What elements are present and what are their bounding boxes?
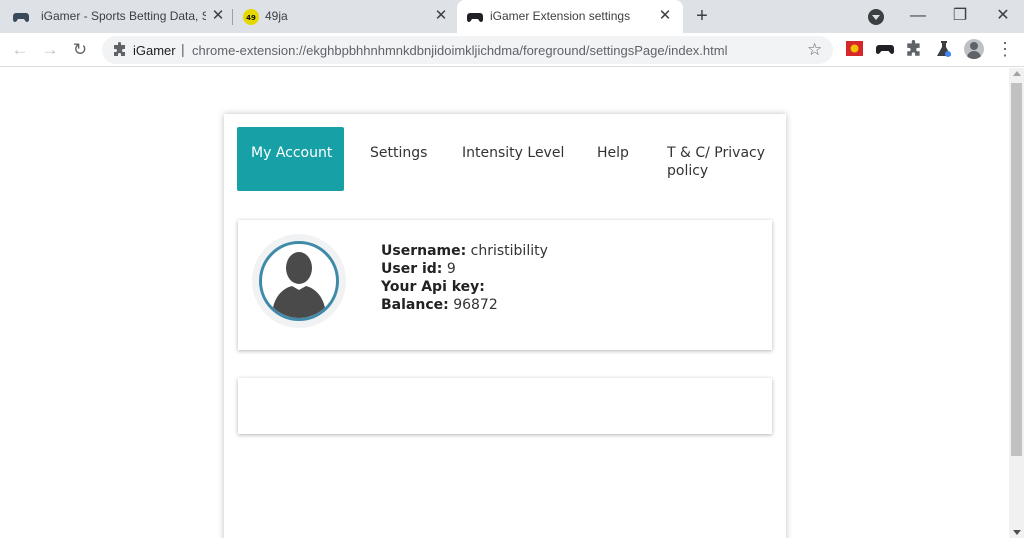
scroll-down-arrow-icon[interactable] [1013,530,1021,535]
url-text[interactable]: chrome-extension://ekghbpbhhnhmnkdbnjido… [192,43,727,58]
secondary-panel [238,378,772,434]
user-silhouette-icon [272,252,326,318]
new-tab-icon[interactable]: + [693,6,711,26]
scrollbar-thumb[interactable] [1011,83,1022,456]
gamepad-icon [467,13,483,22]
49ja-logo-icon: 49 [243,9,259,25]
account-fields: Username: christibility User id: 9 Your … [381,242,548,314]
browser-tab-igamer-settings[interactable]: iGamer Extension settings ✕ [457,0,683,33]
username-label: Username: [381,243,467,259]
url-separator: | [181,41,185,57]
gamepad-extension-icon[interactable] [876,40,894,58]
puzzle-icon [114,42,125,56]
browser-toolbar: ← → ↻ iGamer | chrome-extension://ekghbp… [0,33,1024,67]
reload-icon[interactable]: ↻ [69,39,91,61]
tab-title: 49ja [265,9,288,23]
balance-label: Balance: [381,297,449,313]
tab-strip: iGamer - Sports Betting Data, Sta ✕ 49 4… [0,0,1024,33]
close-window-icon[interactable]: ✕ [993,6,1013,26]
tab-search-icon[interactable] [868,9,884,25]
profile-avatar-icon[interactable] [964,39,984,59]
user-id-value: 9 [446,261,456,277]
puzzle-extensions-icon[interactable] [905,40,923,58]
gamepad-icon [13,13,29,22]
account-info-panel: Username: christibility User id: 9 Your … [238,220,772,350]
page-viewport: My Account Settings Intensity Level Help… [0,68,1009,538]
username-value: christibility [470,243,548,259]
red-flag-extension-icon[interactable] [846,40,864,58]
page-scrollbar[interactable] [1009,68,1024,538]
address-bar[interactable]: iGamer | chrome-extension://ekghbpbhhnhm… [102,36,833,64]
settings-card: My Account Settings Intensity Level Help… [224,114,786,538]
api-key-row: Your Api key: [381,278,548,296]
balance-row: Balance: 96872 [381,296,548,314]
user-id-row: User id: 9 [381,260,548,278]
minimize-icon[interactable]: — [908,6,928,26]
forward-arrow-icon[interactable]: → [39,39,61,61]
tab-intensity-level[interactable]: Intensity Level [462,127,564,191]
close-tab-icon[interactable]: ✕ [210,8,226,24]
tab-my-account[interactable]: My Account [237,127,344,191]
bookmark-star-icon[interactable]: ☆ [807,41,822,59]
tab-settings[interactable]: Settings [370,127,427,191]
balance-value: 96872 [453,297,498,313]
svg-text:49: 49 [246,14,256,22]
back-arrow-icon[interactable]: ← [9,39,31,61]
user-id-label: User id: [381,261,443,277]
avatar [259,241,339,321]
browser-tab-igamer-data[interactable]: iGamer - Sports Betting Data, Sta ✕ [0,0,232,33]
tab-terms-privacy[interactable]: T & C/ Privacy policy [667,127,777,191]
close-tab-icon[interactable]: ✕ [657,8,673,24]
tab-title: iGamer - Sports Betting Data, Sta [41,9,206,23]
restore-icon[interactable]: ❐ [950,6,970,26]
tab-title: iGamer Extension settings [490,9,631,23]
tab-help[interactable]: Help [597,127,629,191]
api-key-label: Your Api key: [381,279,485,295]
scroll-up-arrow-icon[interactable] [1013,71,1021,76]
site-name: iGamer [133,43,176,58]
browser-tab-49ja[interactable]: 49 49ja ✕ [233,0,456,33]
flask-extension-icon[interactable] [935,40,953,58]
more-menu-icon[interactable]: ⋮ [996,39,1014,59]
avatar-background [252,234,346,328]
close-tab-icon[interactable]: ✕ [433,8,449,24]
username-row: Username: christibility [381,242,548,260]
